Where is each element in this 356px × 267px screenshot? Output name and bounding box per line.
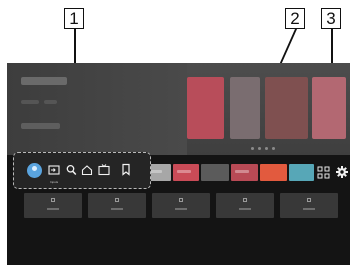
carousel-indicator	[251, 147, 275, 150]
home-button[interactable]	[81, 164, 93, 176]
bookmark-icon	[122, 163, 130, 176]
app-tile-label	[235, 170, 249, 173]
content-card-icon	[51, 198, 55, 202]
apps-grid-icon	[317, 166, 330, 179]
content-card-icon	[179, 198, 183, 202]
carousel-dot	[272, 147, 275, 150]
app-tile[interactable]	[201, 164, 229, 181]
callout-1: 1	[64, 8, 84, 29]
home-icon	[81, 165, 93, 176]
content-card-icon	[243, 198, 247, 202]
content-card[interactable]	[280, 193, 338, 218]
content-card-label	[47, 208, 59, 210]
hero-thumbnail[interactable]	[265, 77, 308, 139]
content-card-label	[303, 208, 315, 210]
hero-meta-placeholder-2	[44, 100, 57, 104]
inputs-label: Inputs	[50, 180, 59, 184]
app-tile[interactable]	[231, 164, 258, 181]
app-tile[interactable]	[173, 164, 199, 181]
inputs-button[interactable]	[48, 164, 60, 176]
carousel-dot	[251, 147, 254, 150]
tv-home-screen: Inputs	[7, 63, 350, 265]
callout-3: 3	[321, 8, 341, 29]
hero-thumbnail[interactable]	[187, 77, 224, 139]
profile-avatar-icon[interactable]	[27, 163, 42, 178]
navigation-bar: Inputs	[13, 152, 151, 189]
apps-button[interactable]	[317, 166, 330, 179]
watchlist-button[interactable]	[121, 163, 131, 176]
app-tile[interactable]	[289, 164, 314, 181]
callout-3-label: 3	[326, 9, 336, 28]
hero-description-placeholder	[21, 123, 60, 129]
hero-thumbnail[interactable]	[312, 77, 346, 139]
app-tile-label	[177, 170, 191, 173]
hero-meta-placeholder	[21, 100, 39, 104]
live-tv-icon	[98, 164, 110, 176]
content-card-icon	[115, 198, 119, 202]
callout-1-label: 1	[69, 9, 79, 28]
app-tile[interactable]	[260, 164, 287, 181]
content-card-icon	[307, 198, 311, 202]
live-tv-button[interactable]	[98, 163, 110, 176]
search-icon	[66, 164, 77, 176]
input-source-icon	[48, 165, 60, 175]
gear-icon	[336, 166, 348, 178]
content-card-label	[175, 208, 187, 210]
content-card[interactable]	[216, 193, 274, 218]
search-button[interactable]	[66, 164, 77, 176]
content-card[interactable]	[88, 193, 146, 218]
settings-button[interactable]	[335, 165, 349, 179]
hero-thumbnail[interactable]	[230, 77, 260, 139]
callout-2-label: 2	[290, 9, 300, 28]
content-card[interactable]	[152, 193, 210, 218]
content-card-label	[111, 208, 123, 210]
callout-2: 2	[285, 8, 305, 29]
hero-title-placeholder	[21, 77, 67, 85]
carousel-dot	[265, 147, 268, 150]
content-card[interactable]	[24, 193, 82, 218]
content-card-label	[239, 208, 251, 210]
carousel-dot	[258, 147, 261, 150]
